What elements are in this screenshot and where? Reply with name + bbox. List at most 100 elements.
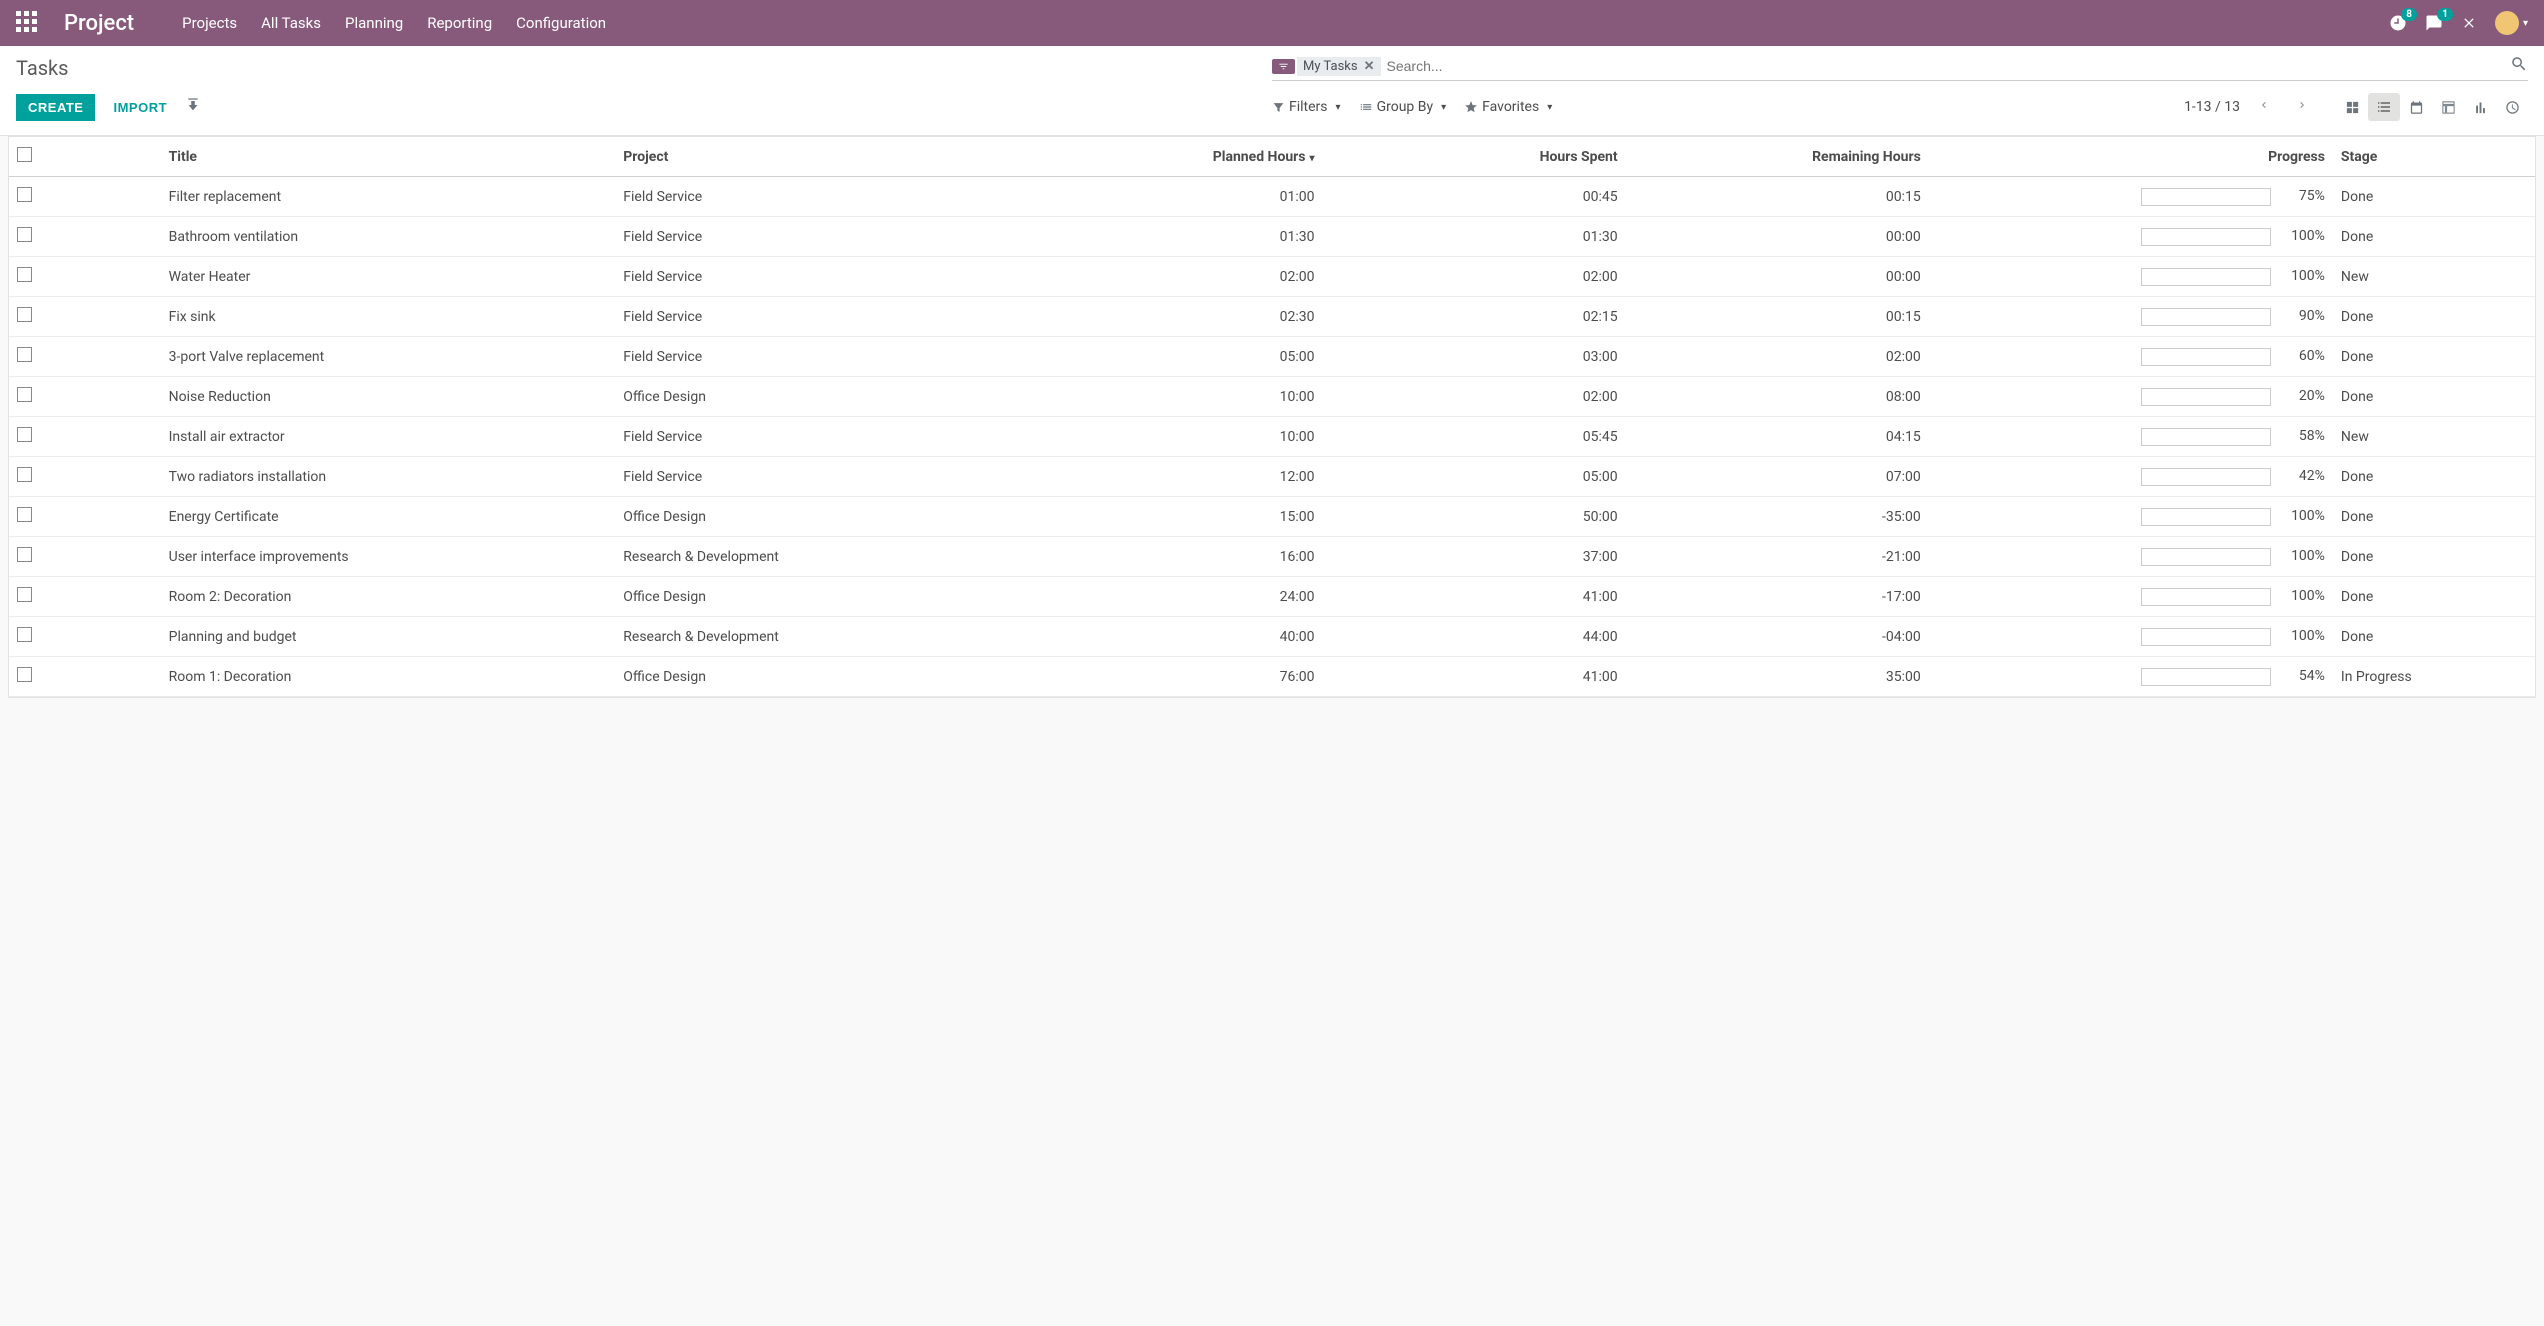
table-row[interactable]: User interface improvements Research & D… (9, 537, 2535, 577)
search-filter-facet (1272, 59, 1295, 74)
pager-text[interactable]: 1-13 / 13 (2184, 99, 2240, 115)
header-remaining-hours[interactable]: Remaining Hours (1626, 137, 1929, 177)
cell-stage: New (2333, 257, 2535, 297)
header-title[interactable]: Title (161, 137, 616, 177)
page-title: Tasks (16, 56, 69, 80)
progress-text: 75% (2285, 188, 2325, 204)
cell-spent: 50:00 (1323, 497, 1626, 537)
caret-down-icon: ▾ (2523, 18, 2528, 29)
cell-stage: Done (2333, 617, 2535, 657)
row-checkbox[interactable] (17, 427, 32, 442)
filters-dropdown[interactable]: Filters ▾ (1272, 99, 1341, 115)
header-project[interactable]: Project (615, 137, 1019, 177)
table-row[interactable]: Filter replacement Field Service 01:00 0… (9, 177, 2535, 217)
header-progress[interactable]: Progress (1929, 137, 2333, 177)
table-row[interactable]: Room 1: Decoration Office Design 76:00 4… (9, 657, 2535, 697)
progress-bar (2141, 508, 2271, 526)
pager-next[interactable] (2288, 95, 2316, 119)
row-checkbox[interactable] (17, 347, 32, 362)
progress-bar (2141, 228, 2271, 246)
progress-text: 100% (2285, 548, 2325, 564)
cell-spent: 03:00 (1323, 337, 1626, 377)
import-button[interactable]: IMPORT (113, 100, 167, 115)
cell-project: Research & Development (615, 617, 1019, 657)
table-row[interactable]: Bathroom ventilation Field Service 01:30… (9, 217, 2535, 257)
view-activity[interactable] (2496, 93, 2528, 121)
table-row[interactable]: Noise Reduction Office Design 10:00 02:0… (9, 377, 2535, 417)
close-icon[interactable] (2461, 15, 2477, 31)
table-row[interactable]: Two radiators installation Field Service… (9, 457, 2535, 497)
cell-remaining: 02:00 (1626, 337, 1929, 377)
view-graph[interactable] (2464, 93, 2496, 121)
pager: 1-13 / 13 (2184, 95, 2316, 119)
progress-text: 54% (2285, 668, 2325, 684)
menu-all-tasks[interactable]: All Tasks (261, 14, 321, 32)
view-list[interactable] (2368, 93, 2400, 121)
row-checkbox[interactable] (17, 387, 32, 402)
header-stage[interactable]: Stage (2333, 137, 2535, 177)
table-row[interactable]: Energy Certificate Office Design 15:00 5… (9, 497, 2535, 537)
remove-filter-icon[interactable]: ✕ (1364, 59, 1375, 74)
groupby-dropdown[interactable]: Group By ▾ (1359, 99, 1447, 115)
cell-title: Install air extractor (161, 417, 616, 457)
cell-spent: 02:15 (1323, 297, 1626, 337)
row-checkbox[interactable] (17, 467, 32, 482)
progress-text: 42% (2285, 468, 2325, 484)
cell-spent: 05:45 (1323, 417, 1626, 457)
cell-spent: 44:00 (1323, 617, 1626, 657)
row-checkbox[interactable] (17, 307, 32, 322)
row-checkbox[interactable] (17, 627, 32, 642)
progress-text: 90% (2285, 308, 2325, 324)
create-button[interactable]: CREATE (16, 94, 95, 121)
chat-icon[interactable]: 1 (2425, 14, 2443, 32)
cell-project: Field Service (615, 297, 1019, 337)
menu-configuration[interactable]: Configuration (516, 14, 606, 32)
caret-down-icon: ▾ (1547, 102, 1552, 113)
menu-planning[interactable]: Planning (345, 14, 403, 32)
cell-planned: 01:30 (1019, 217, 1322, 257)
download-icon[interactable] (185, 97, 201, 117)
header-hours-spent[interactable]: Hours Spent (1323, 137, 1626, 177)
table-row[interactable]: Install air extractor Field Service 10:0… (9, 417, 2535, 457)
select-all-checkbox[interactable] (17, 147, 32, 162)
cell-stage: Done (2333, 297, 2535, 337)
pager-prev[interactable] (2250, 95, 2278, 119)
search-icon[interactable] (2510, 55, 2528, 77)
cell-project: Field Service (615, 217, 1019, 257)
user-menu[interactable]: ▾ (2495, 11, 2528, 35)
apps-menu-icon[interactable] (16, 11, 40, 35)
row-checkbox[interactable] (17, 507, 32, 522)
menu-reporting[interactable]: Reporting (427, 14, 492, 32)
table-row[interactable]: Room 2: Decoration Office Design 24:00 4… (9, 577, 2535, 617)
cell-project: Field Service (615, 457, 1019, 497)
progress-bar (2141, 628, 2271, 646)
cell-planned: 24:00 (1019, 577, 1322, 617)
row-checkbox[interactable] (17, 227, 32, 242)
app-brand[interactable]: Project (64, 11, 134, 36)
progress-text: 100% (2285, 588, 2325, 604)
view-calendar[interactable] (2400, 93, 2432, 121)
favorites-dropdown[interactable]: Favorites ▾ (1464, 99, 1552, 115)
cell-remaining: 00:15 (1626, 297, 1929, 337)
table-row[interactable]: Planning and budget Research & Developme… (9, 617, 2535, 657)
row-checkbox[interactable] (17, 547, 32, 562)
timer-icon[interactable]: 8 (2389, 14, 2407, 32)
header-planned-hours[interactable]: Planned Hours▾ (1019, 137, 1322, 177)
cell-project: Research & Development (615, 537, 1019, 577)
list-icon (1359, 100, 1373, 114)
row-checkbox[interactable] (17, 267, 32, 282)
search-input[interactable] (1381, 54, 2511, 78)
table-row[interactable]: Fix sink Field Service 02:30 02:15 00:15… (9, 297, 2535, 337)
table-row[interactable]: 3-port Valve replacement Field Service 0… (9, 337, 2535, 377)
cell-remaining: 00:15 (1626, 177, 1929, 217)
row-checkbox[interactable] (17, 667, 32, 682)
menu-projects[interactable]: Projects (182, 14, 237, 32)
funnel-icon (1272, 101, 1285, 114)
view-kanban[interactable] (2336, 93, 2368, 121)
view-pivot[interactable] (2432, 93, 2464, 121)
timer-badge: 8 (2401, 8, 2417, 21)
row-checkbox[interactable] (17, 587, 32, 602)
row-checkbox[interactable] (17, 187, 32, 202)
progress-bar (2141, 668, 2271, 686)
table-row[interactable]: Water Heater Field Service 02:00 02:00 0… (9, 257, 2535, 297)
